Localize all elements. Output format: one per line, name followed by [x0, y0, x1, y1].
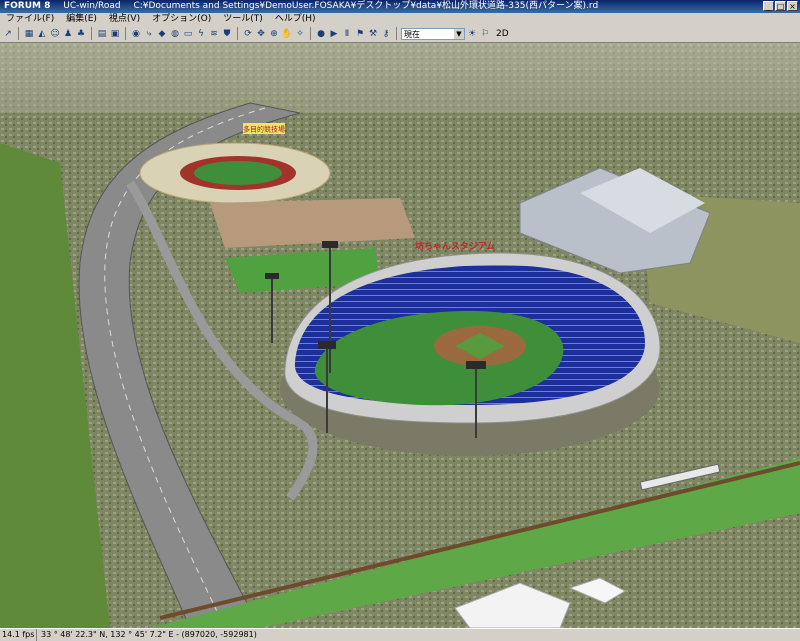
key-icon[interactable]: ⚷	[380, 28, 392, 40]
toolbar-separator	[125, 27, 126, 40]
shield-icon[interactable]: ⛊	[221, 28, 233, 40]
lightning-icon[interactable]: ϟ	[195, 28, 207, 40]
terrain-icon[interactable]: ◭	[36, 28, 48, 40]
zoom-icon[interactable]: ⊕	[268, 28, 280, 40]
fps-readout: 14.1 fps	[0, 629, 37, 641]
record-icon[interactable]: ●	[315, 28, 327, 40]
toolbar-separator	[310, 27, 311, 40]
compass-icon[interactable]: ✧	[294, 28, 306, 40]
route-icon[interactable]: ⤷	[143, 28, 155, 40]
field-sign: 多目的競技場	[243, 125, 285, 134]
camera-icon[interactable]: ◉	[130, 28, 142, 40]
flag-icon[interactable]: ⚐	[479, 28, 491, 40]
athletics-field	[194, 161, 282, 185]
car-icon[interactable]: ◆	[156, 28, 168, 40]
haze	[0, 43, 800, 113]
globe-icon[interactable]: ◍	[169, 28, 181, 40]
3d-viewport[interactable]: 多目的競技場 坊ちゃんスタジアム	[0, 43, 800, 628]
menu-edit[interactable]: 編集(E)	[60, 13, 103, 25]
chevron-down-icon[interactable]: ▼	[454, 28, 464, 39]
menu-bar: ファイル(F) 編集(E) 視点(V) オプション(O) ツール(T) ヘルプ(…	[0, 13, 800, 25]
time-select-value: 現在	[404, 29, 420, 39]
window-controls: _ □ ×	[763, 1, 798, 11]
pause-icon[interactable]: Ⅱ	[341, 28, 353, 40]
pointer-icon[interactable]: ↗	[2, 28, 14, 40]
tree-icon[interactable]: ♣	[75, 28, 87, 40]
rotate-icon[interactable]: ⟳	[242, 28, 254, 40]
model-icon[interactable]: ▤	[96, 28, 108, 40]
maximize-icon[interactable]: □	[775, 1, 786, 11]
minimize-icon[interactable]: _	[763, 1, 774, 11]
fog-icon[interactable]: ≋	[208, 28, 220, 40]
menu-tools[interactable]: ツール(T)	[217, 13, 269, 25]
menu-options[interactable]: オプション(O)	[146, 13, 217, 25]
move-icon[interactable]: ✥	[255, 28, 267, 40]
toolbar-separator	[396, 27, 397, 40]
toolbar-separator	[91, 27, 92, 40]
close-icon[interactable]: ×	[787, 1, 798, 11]
road-icon[interactable]: ▦	[23, 28, 35, 40]
sun-icon[interactable]: ☀	[466, 28, 478, 40]
pan-icon[interactable]: ✋	[281, 28, 293, 40]
toolbar-separator	[18, 27, 19, 40]
stadium-sign: 坊ちゃんスタジアム	[415, 240, 495, 252]
mode-2d-button[interactable]: 2D	[496, 29, 509, 39]
menu-file[interactable]: ファイル(F)	[0, 13, 60, 25]
scene-render: 多目的競技場 坊ちゃんスタジアム	[0, 43, 800, 628]
time-select[interactable]: 現在 ▼	[401, 27, 465, 40]
menu-view[interactable]: 視点(V)	[103, 13, 146, 25]
traffic-icon[interactable]: ⚑	[354, 28, 366, 40]
person-icon[interactable]: ☺	[49, 28, 61, 40]
app-name: UC-win/Road	[63, 1, 121, 11]
tool-icon[interactable]: ⚒	[367, 28, 379, 40]
menu-help[interactable]: ヘルプ(H)	[269, 13, 322, 25]
play-icon[interactable]: ▶	[328, 28, 340, 40]
brand-label: FORUM 8	[4, 1, 51, 11]
people-icon[interactable]: ♟	[62, 28, 74, 40]
bus-icon[interactable]: ▭	[182, 28, 194, 40]
toolbar-separator	[237, 27, 238, 40]
status-bar: 14.1 fps 33 ° 48' 22.3" N, 132 ° 45' 7.2…	[0, 628, 800, 641]
file-path: C:¥Documents and Settings¥DemoUser.FOSAK…	[133, 1, 599, 11]
title-bar[interactable]: FORUM 8 UC-win/Road C:¥Documents and Set…	[0, 0, 800, 13]
application-window: FORUM 8 UC-win/Road C:¥Documents and Set…	[0, 0, 800, 641]
coordinate-readout: 33 ° 48' 22.3" N, 132 ° 45' 7.2" E - (89…	[41, 630, 257, 639]
toolbar: ↗ ▦ ◭ ☺ ♟ ♣ ▤ ▣ ◉ ⤷ ◆ ◍ ▭ ϟ ≋ ⛊ ⟳ ✥ ⊕ ✋ …	[0, 25, 800, 43]
book-icon[interactable]: ▣	[109, 28, 121, 40]
